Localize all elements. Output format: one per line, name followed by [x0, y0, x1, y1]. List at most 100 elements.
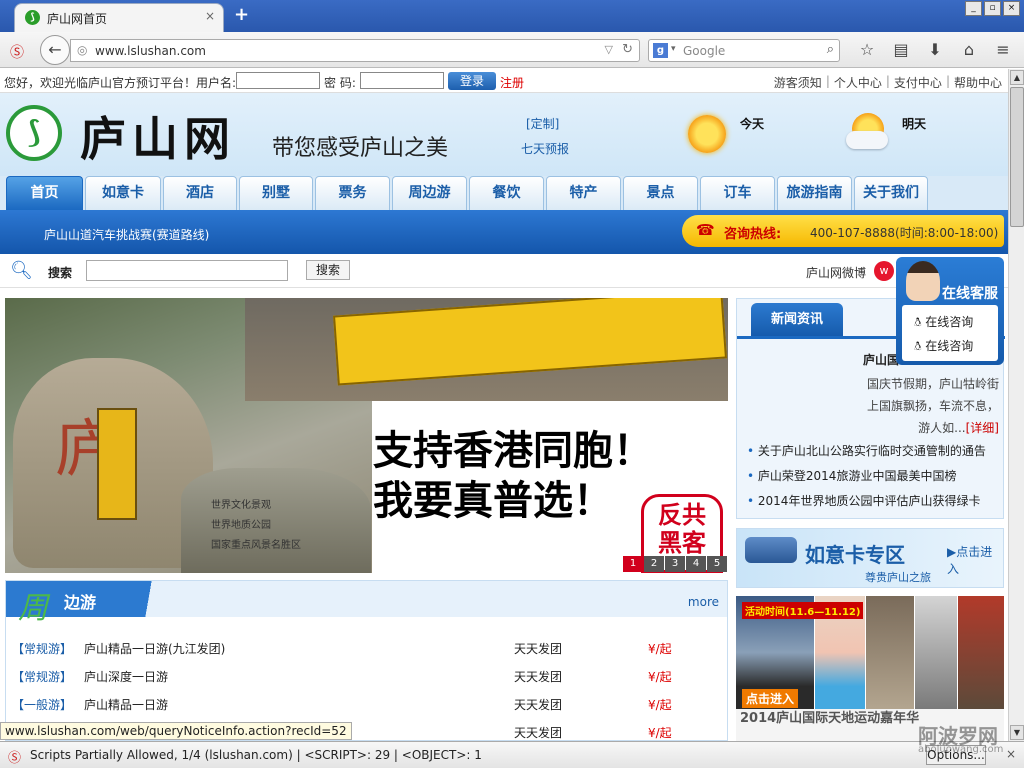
- news-item[interactable]: • 2014年世界地质公园中评估庐山获得绿卡: [747, 489, 1005, 514]
- google-icon[interactable]: g: [653, 43, 668, 58]
- nav-home[interactable]: 首页: [6, 176, 83, 210]
- bullet-icon: •: [747, 444, 758, 458]
- tour-row[interactable]: 【一般游】 庐山精品一日游 天天发团 ¥/起: [6, 691, 727, 719]
- browser-navigation-bar: Ⓢ ← ◎ www.lslushan.com ▽ ↻ g ▾ Google ⌕ …: [0, 32, 1024, 68]
- sports-enter-button[interactable]: 点击进入: [742, 689, 799, 708]
- online-consult-link[interactable]: 🐧︎ 在线咨询: [914, 313, 973, 331]
- payment-center-link[interactable]: 支付中心: [894, 74, 942, 91]
- nav-specialties[interactable]: 特产: [546, 176, 621, 210]
- personal-center-link[interactable]: 个人中心: [834, 74, 882, 91]
- visitor-notice-link[interactable]: 游客须知: [774, 74, 822, 91]
- star-icon[interactable]: ☆: [850, 39, 884, 61]
- tour-name[interactable]: 庐山深度一日游: [84, 663, 168, 691]
- hero-banner[interactable]: 庐 世界文化景观 世界地质公园 国家重点风景名胜区 支持香港同胞！ 我要真普选！…: [5, 298, 728, 573]
- online-consult-link[interactable]: 🐧︎ 在线咨询: [914, 337, 973, 355]
- nav-villa[interactable]: 别墅: [239, 176, 313, 210]
- tour-header: 周 边游 more: [6, 581, 727, 626]
- tour-price: ¥/起: [648, 670, 672, 684]
- nav-nearby-tours[interactable]: 周边游: [392, 176, 467, 210]
- url-text[interactable]: www.lslushan.com: [95, 44, 206, 58]
- search-icon[interactable]: ⌕: [827, 42, 834, 57]
- site-header: ⟆ 庐山网 带您感受庐山之美 [定制] 七天预报 今天 明天: [0, 93, 1008, 177]
- site-search-input[interactable]: [86, 260, 288, 281]
- weibo-link[interactable]: 庐山网微博: [806, 264, 866, 281]
- site-logo-text[interactable]: 庐山网: [80, 103, 236, 169]
- login-button[interactable]: 登录: [448, 72, 496, 90]
- nav-about-us[interactable]: 关于我们: [854, 176, 928, 210]
- browser-tab[interactable]: ⟆ 庐山网首页 ×: [14, 3, 224, 32]
- weather-custom-link[interactable]: [定制]: [526, 115, 559, 132]
- site-search-button[interactable]: 搜索: [306, 260, 350, 280]
- toolbar-icons: ☆ ▤ ⬇ ⌂ ≡: [850, 39, 1020, 61]
- nav-attractions[interactable]: 景点: [623, 176, 698, 210]
- hotline-label: 咨询热线:: [724, 227, 782, 242]
- url-dropdown-icon[interactable]: ▽: [605, 43, 613, 56]
- minimize-button[interactable]: _: [965, 1, 982, 16]
- scroll-down-arrow-icon[interactable]: ▼: [1010, 725, 1024, 740]
- download-icon[interactable]: ⬇: [918, 39, 952, 61]
- tour-tag[interactable]: 【常规游】: [12, 635, 72, 663]
- nearby-tours-section: 周 边游 more 【常规游】 庐山精品一日游(九江发团) 天天发团 ¥/起 【…: [5, 580, 728, 741]
- tour-tag[interactable]: 【一般游】: [12, 691, 72, 719]
- reload-icon[interactable]: ↻: [622, 42, 633, 57]
- hotline-number: 400-107-8888(时间:8:00-18:00): [810, 226, 999, 240]
- nav-hotel[interactable]: 酒店: [163, 176, 237, 210]
- banner-page-1[interactable]: 1: [623, 556, 643, 572]
- banner-page-2[interactable]: 2: [644, 556, 664, 572]
- tour-row[interactable]: 【常规游】 庐山深度一日游 天天发团 ¥/起: [6, 663, 727, 691]
- help-center-link[interactable]: 帮助中心: [954, 74, 1002, 91]
- ruyi-enter-link[interactable]: ▶点击进入: [947, 543, 1003, 577]
- tour-tag[interactable]: 【常规游】: [12, 663, 72, 691]
- banner-page-5[interactable]: 5: [707, 556, 727, 572]
- register-link[interactable]: 注册: [500, 74, 524, 91]
- back-button[interactable]: ←: [40, 35, 70, 65]
- news-item-text: 关于庐山北山公路实行临时交通管制的通告: [757, 444, 986, 458]
- restore-button[interactable]: ▫: [984, 1, 1001, 16]
- tab-close-icon[interactable]: ×: [205, 9, 215, 23]
- password-input[interactable]: [360, 72, 444, 89]
- window-close-button[interactable]: ×: [1003, 1, 1020, 16]
- news-item-text: 2014年世界地质公园中评估庐山获得绿卡: [757, 494, 981, 508]
- news-list: • 关于庐山北山公路实行临时交通管制的通告 • 庐山荣登2014旅游业中国最美中…: [747, 439, 1005, 514]
- notification-close-icon[interactable]: ×: [1006, 747, 1016, 761]
- banner-page-3[interactable]: 3: [665, 556, 685, 572]
- news-tab[interactable]: 新闻资讯: [751, 303, 843, 337]
- news-item[interactable]: • 关于庐山北山公路实行临时交通管制的通告: [747, 439, 1005, 464]
- tour-name[interactable]: 庐山精品一日游: [84, 691, 168, 719]
- noscript-icon[interactable]: Ⓢ: [10, 42, 24, 62]
- username-input[interactable]: [236, 72, 320, 89]
- nav-travel-guide[interactable]: 旅游指南: [777, 176, 852, 210]
- reading-list-icon[interactable]: ▤: [884, 39, 918, 61]
- banner-page-4[interactable]: 4: [686, 556, 706, 572]
- news-item[interactable]: • 庐山荣登2014旅游业中国最美中国榜: [747, 464, 1005, 489]
- tour-departure: 天天发团: [514, 670, 563, 684]
- menu-icon[interactable]: ≡: [986, 39, 1020, 61]
- news-more-link[interactable]: [详细]: [966, 421, 999, 435]
- news-featured-title[interactable]: 庐山国: [863, 351, 899, 368]
- stamp-line-2: 黑客: [658, 529, 706, 557]
- scroll-up-arrow-icon[interactable]: ▲: [1010, 70, 1024, 85]
- seven-day-forecast-link[interactable]: 七天预报: [521, 140, 569, 157]
- home-icon[interactable]: ⌂: [952, 39, 986, 61]
- scroll-thumb[interactable]: [1010, 87, 1024, 227]
- car-image: [745, 537, 797, 563]
- engine-dropdown-icon[interactable]: ▾: [671, 44, 676, 54]
- tour-more-link[interactable]: more: [688, 595, 719, 609]
- ruyi-card-ad[interactable]: 如意卡专区 ▶点击进入 尊贵庐山之旅: [736, 528, 1004, 588]
- nav-ruyi-card[interactable]: 如意卡: [85, 176, 161, 210]
- nav-dining[interactable]: 餐饮: [469, 176, 544, 210]
- address-bar[interactable]: ◎ www.lslushan.com ▽ ↻: [70, 39, 640, 62]
- nav-car-rental[interactable]: 订车: [700, 176, 775, 210]
- page-scrollbar[interactable]: ▲ ▼: [1008, 69, 1024, 741]
- site-logo-icon[interactable]: ⟆: [6, 105, 62, 161]
- marquee-link[interactable]: 庐山山道汽车挑战赛(赛道路线): [44, 226, 209, 243]
- search-bar[interactable]: g ▾ Google ⌕: [648, 39, 840, 62]
- noscript-status-icon[interactable]: Ⓢ: [8, 747, 21, 766]
- tour-name[interactable]: 庐山精品一日游(九江发团): [84, 635, 225, 663]
- nav-tickets[interactable]: 票务: [315, 176, 390, 210]
- tour-row[interactable]: 【常规游】 庐山精品一日游(九江发团) 天天发团 ¥/起: [6, 635, 727, 663]
- weibo-icon[interactable]: w: [874, 261, 894, 281]
- banner-rock-text: 世界文化景观 世界地质公园 国家重点风景名胜区: [211, 496, 301, 556]
- agent-avatar: [906, 261, 940, 301]
- new-tab-button[interactable]: +: [234, 4, 249, 25]
